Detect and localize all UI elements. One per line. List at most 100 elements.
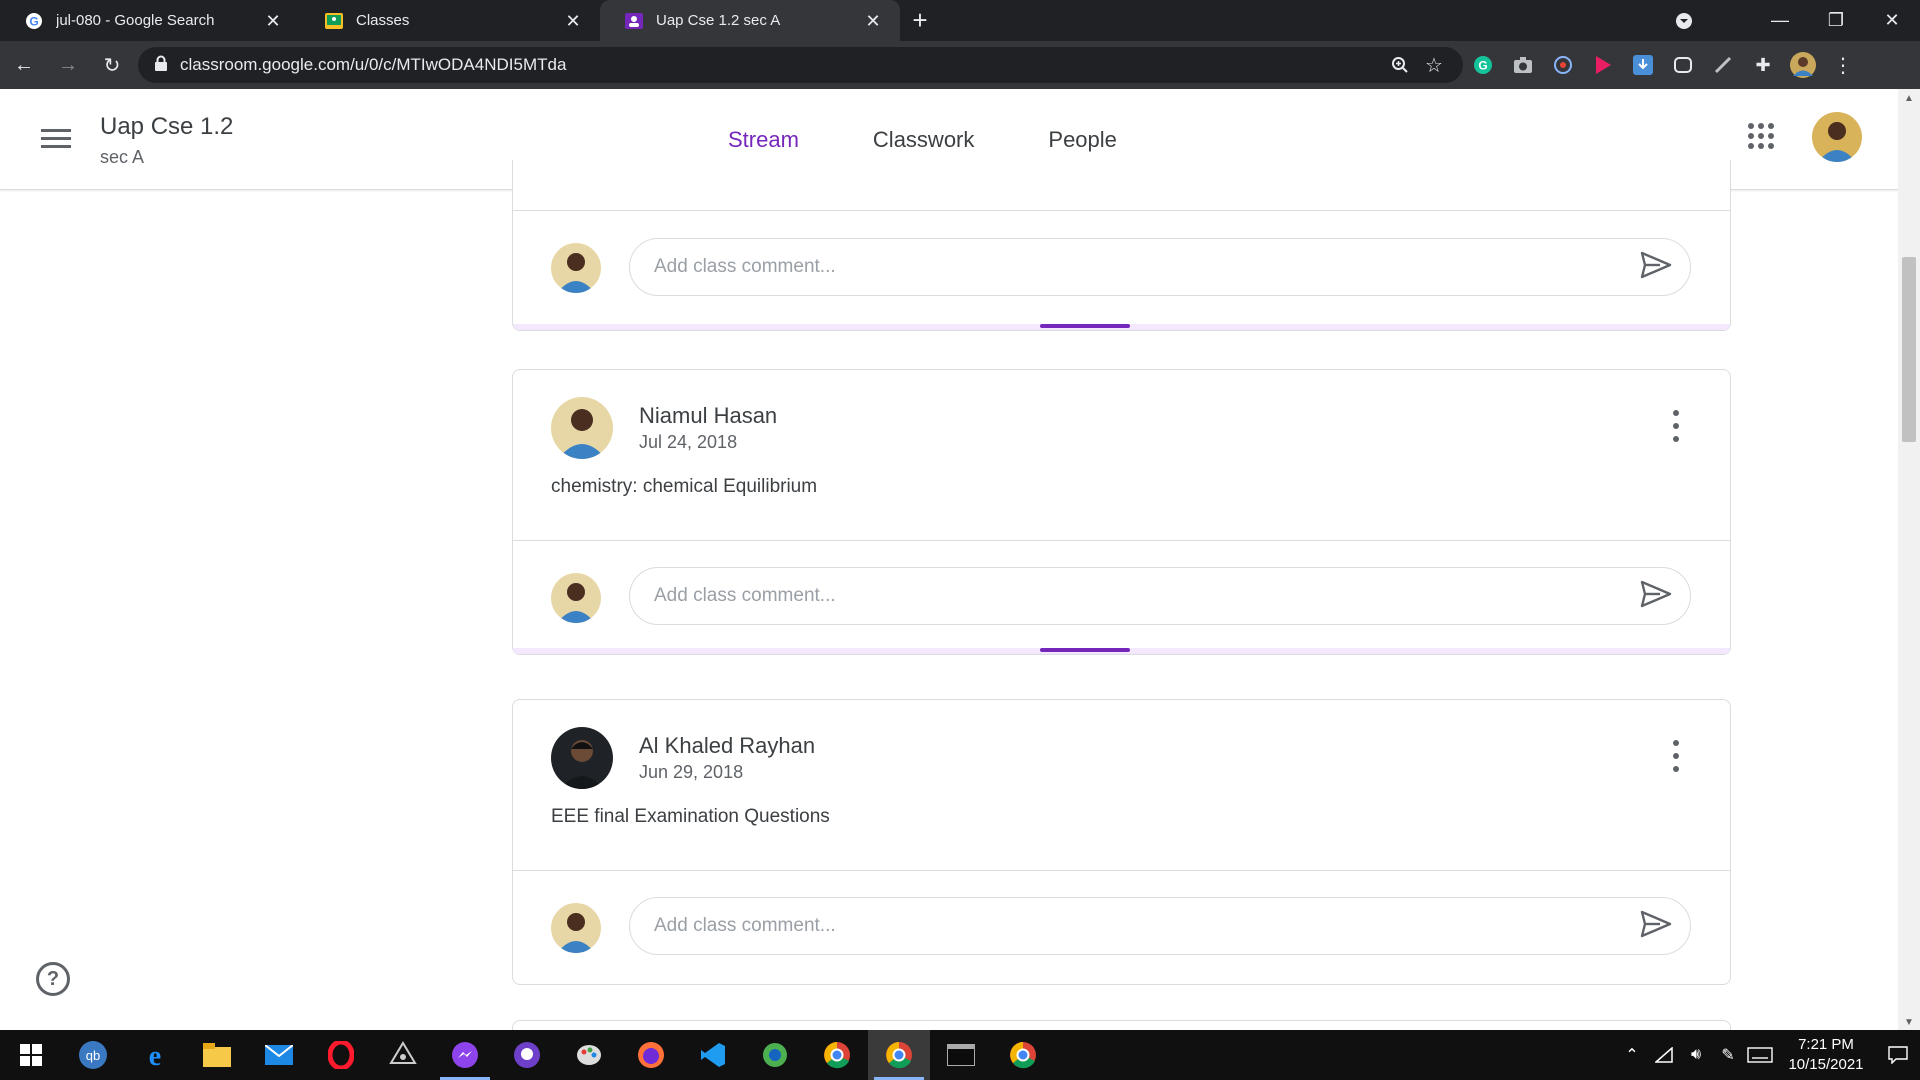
qbittorrent-icon[interactable]: qb xyxy=(62,1030,124,1080)
comment-field[interactable] xyxy=(629,897,1691,955)
class-title[interactable]: Uap Cse 1.2 xyxy=(100,113,233,141)
tab-label: Uap Cse 1.2 sec A xyxy=(656,12,781,29)
screenshot-icon[interactable] xyxy=(1503,45,1543,85)
pen-icon[interactable] xyxy=(1703,45,1743,85)
account-avatar[interactable] xyxy=(1812,112,1862,162)
svg-text:G: G xyxy=(1478,59,1487,73)
zoom-icon[interactable] xyxy=(1383,50,1417,80)
extensions-puzzle-icon[interactable]: ✚ xyxy=(1743,45,1783,85)
grammarly-icon[interactable]: G xyxy=(1463,45,1503,85)
send-icon[interactable] xyxy=(1640,910,1672,943)
download-icon[interactable] xyxy=(1623,45,1663,85)
svg-text:qb: qb xyxy=(86,1048,100,1063)
browser-tab-google-search[interactable]: G jul-080 - Google Search ✕ xyxy=(0,0,300,41)
network-icon[interactable] xyxy=(1648,1030,1680,1080)
browser-toolbar: ← → ↻ classroom.google.com/u/0/c/MTIwODA… xyxy=(0,41,1920,89)
comment-input[interactable] xyxy=(654,256,1640,278)
mail-icon[interactable] xyxy=(248,1030,310,1080)
post-author: Niamul Hasan xyxy=(639,403,778,428)
clock-date: 10/15/2021 xyxy=(1788,1056,1864,1073)
svg-text:G: G xyxy=(29,14,38,28)
github-desktop-icon[interactable] xyxy=(496,1030,558,1080)
post-header: Niamul Hasan Jul 24, 2018 chemistry: che… xyxy=(513,370,1730,540)
paint-icon[interactable] xyxy=(558,1030,620,1080)
file-explorer-icon[interactable] xyxy=(186,1030,248,1080)
user-avatar xyxy=(551,243,601,293)
address-bar[interactable]: classroom.google.com/u/0/c/MTIwODA4NDI5M… xyxy=(138,47,1463,83)
class-section: sec A xyxy=(100,147,145,167)
close-tab-icon[interactable]: ✕ xyxy=(564,12,582,30)
firefox-icon[interactable] xyxy=(620,1030,682,1080)
extension-icon[interactable] xyxy=(1663,45,1703,85)
pen-workspace-icon[interactable]: ✎ xyxy=(1712,1030,1744,1080)
volume-icon[interactable]: 🔊︎ xyxy=(1680,1030,1712,1080)
url-text[interactable]: classroom.google.com/u/0/c/MTIwODA4NDI5M… xyxy=(180,55,1383,75)
post-options-icon[interactable] xyxy=(1670,740,1682,772)
opera-icon[interactable] xyxy=(310,1030,372,1080)
send-icon[interactable] xyxy=(1640,251,1672,284)
bookmark-star-icon[interactable]: ☆ xyxy=(1417,50,1451,80)
post-text[interactable]: EEE final Examination Questions xyxy=(551,806,830,828)
scrollbar-thumb[interactable] xyxy=(1902,257,1916,442)
forward-icon[interactable]: → xyxy=(48,45,88,85)
taskbar-clock[interactable]: 7:21 PM 10/15/2021 xyxy=(1776,1035,1876,1075)
browser-tab-classes[interactable]: Classes ✕ xyxy=(300,0,600,41)
lock-icon[interactable] xyxy=(154,55,168,76)
new-tab-button[interactable]: + xyxy=(900,0,940,41)
windows-start-icon[interactable] xyxy=(0,1030,62,1080)
svg-text:e: e xyxy=(149,1041,161,1069)
comment-field[interactable] xyxy=(629,238,1691,296)
close-tab-icon[interactable]: ✕ xyxy=(264,12,282,30)
post-date[interactable]: Jun 29, 2018 xyxy=(639,762,743,783)
close-window-icon[interactable]: ✕ xyxy=(1864,0,1920,41)
comment-row xyxy=(513,540,1730,654)
tab-search-icon[interactable] xyxy=(1656,0,1712,41)
messenger-icon[interactable] xyxy=(434,1030,496,1080)
user-avatar xyxy=(551,573,601,623)
comment-row xyxy=(513,160,1730,330)
post-text[interactable]: chemistry: chemical Equilibrium xyxy=(551,476,817,498)
main-menu-icon[interactable] xyxy=(38,125,74,155)
inkscape-icon[interactable] xyxy=(372,1030,434,1080)
reload-icon[interactable]: ↻ xyxy=(92,45,132,85)
notifications-icon[interactable] xyxy=(1876,1030,1920,1080)
comment-input[interactable] xyxy=(654,915,1640,937)
browser-tab-uap-cse[interactable]: Uap Cse 1.2 sec A ✕ xyxy=(600,0,900,41)
show-hidden-icons-icon[interactable]: ⌃ xyxy=(1616,1030,1648,1080)
windows-taskbar: qb e ⌃ 🔊︎ ✎ 7:21 PM 10/15/2021 xyxy=(0,1030,1920,1080)
edge-icon[interactable]: e xyxy=(124,1030,186,1080)
chrome-icon[interactable] xyxy=(868,1030,930,1080)
close-tab-icon[interactable]: ✕ xyxy=(864,12,882,30)
comment-row xyxy=(513,870,1730,984)
menu-kebab-icon[interactable]: ⋮ xyxy=(1823,45,1863,85)
android-studio-icon[interactable] xyxy=(744,1030,806,1080)
post-progress-bar xyxy=(513,648,1730,654)
chrome-icon[interactable] xyxy=(806,1030,868,1080)
restore-icon[interactable]: ❐ xyxy=(1808,0,1864,41)
minimize-icon[interactable]: — xyxy=(1752,0,1808,41)
keyboard-icon[interactable] xyxy=(1744,1030,1776,1080)
tab-label: Classes xyxy=(356,12,410,29)
send-icon[interactable] xyxy=(1640,580,1672,613)
comment-field[interactable] xyxy=(629,567,1691,625)
page-scrollbar[interactable]: ▲ ▼ xyxy=(1898,89,1920,1030)
profile-avatar[interactable] xyxy=(1783,45,1823,85)
chrome-icon[interactable] xyxy=(992,1030,1054,1080)
back-icon[interactable]: ← xyxy=(4,45,44,85)
classroom-icon xyxy=(624,11,644,31)
play-icon[interactable] xyxy=(1583,45,1623,85)
scroll-down-icon[interactable]: ▼ xyxy=(1903,1017,1915,1028)
post-options-icon[interactable] xyxy=(1670,410,1682,442)
extension-icon[interactable] xyxy=(1543,45,1583,85)
post-date[interactable]: Jul 24, 2018 xyxy=(639,432,737,453)
clock-time: 7:21 PM xyxy=(1798,1036,1854,1053)
post-header: Al Khaled Rayhan Jun 29, 2018 EEE final … xyxy=(513,700,1730,870)
vscode-icon[interactable] xyxy=(682,1030,744,1080)
comment-input[interactable] xyxy=(654,585,1640,607)
terminal-icon[interactable] xyxy=(930,1030,992,1080)
scroll-up-icon[interactable]: ▲ xyxy=(1903,93,1915,104)
stream-post xyxy=(512,160,1731,331)
post-author: Al Khaled Rayhan xyxy=(639,733,816,758)
google-apps-icon[interactable] xyxy=(1748,123,1774,149)
help-icon[interactable]: ? xyxy=(36,962,70,996)
